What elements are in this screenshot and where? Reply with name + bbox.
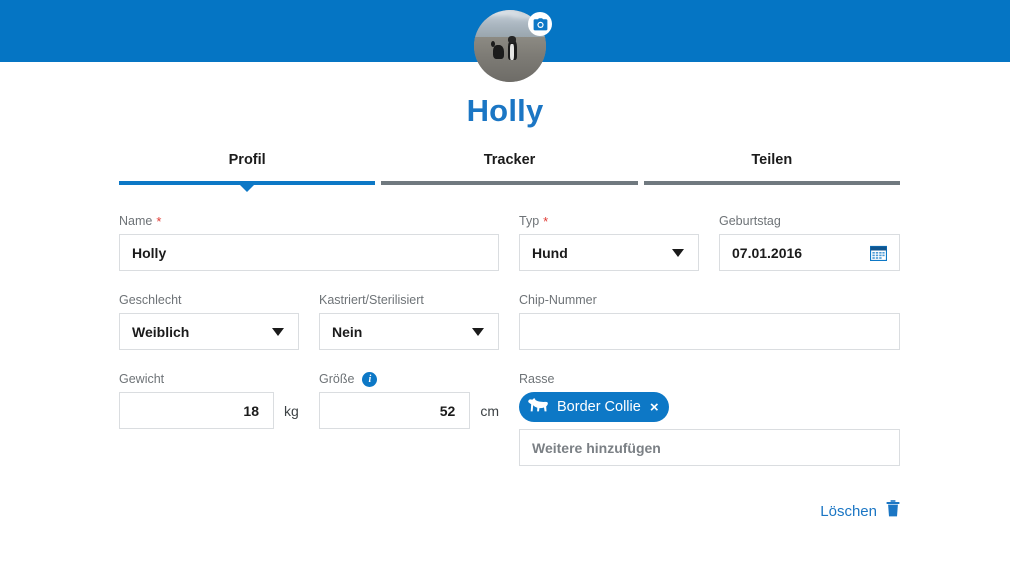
geschlecht-select[interactable]: Weiblich xyxy=(119,313,299,350)
kastriert-label-text: Kastriert/Sterilisiert xyxy=(319,293,424,307)
rasse-label-text: Rasse xyxy=(519,372,555,386)
name-label: Name * xyxy=(119,214,499,229)
rasse-chip-label: Border Collie xyxy=(557,399,641,415)
photo-dog-right-chest xyxy=(510,43,514,60)
typ-select-value: Hund xyxy=(532,244,568,261)
field-name: Name * Holly xyxy=(119,214,499,271)
name-label-text: Name xyxy=(119,214,153,228)
gewicht-label-text: Gewicht xyxy=(119,372,165,386)
field-geburtstag: Geburtstag 07.01.2016 xyxy=(719,214,900,271)
calendar-icon[interactable] xyxy=(870,245,887,261)
tab-teilen-indicator xyxy=(643,181,900,185)
field-typ: Typ * Hund xyxy=(519,214,699,271)
tab-tracker[interactable]: Tracker xyxy=(381,152,638,185)
chip-nummer-label-text: Chip-Nummer xyxy=(519,293,597,307)
chevron-down-icon xyxy=(472,327,484,336)
geschlecht-select-value: Weiblich xyxy=(132,323,190,340)
page-title: Holly xyxy=(466,93,544,128)
delete-action[interactable]: Löschen xyxy=(119,500,900,522)
geschlecht-label: Geschlecht xyxy=(119,293,299,308)
geburtstag-label: Geburtstag xyxy=(719,214,900,229)
chip-nummer-label: Chip-Nummer xyxy=(519,293,900,308)
groesse-value: 52 xyxy=(439,402,456,419)
tab-bar: Profil Tracker Teilen xyxy=(119,152,900,185)
geburtstag-label-text: Geburtstag xyxy=(719,214,781,228)
geburtstag-value: 07.01.2016 xyxy=(732,244,803,261)
gewicht-input-group: 18 kg xyxy=(119,392,299,429)
chevron-down-icon xyxy=(672,248,684,257)
field-geschlecht: Geschlecht Weiblich xyxy=(119,293,299,350)
tab-teilen[interactable]: Teilen xyxy=(643,152,900,185)
rasse-chip-list: Border Collie × xyxy=(519,392,900,429)
tab-tracker-label: Tracker xyxy=(483,152,536,168)
tab-tracker-indicator xyxy=(381,181,638,185)
info-icon[interactable]: i xyxy=(362,372,378,387)
kastriert-select[interactable]: Nein xyxy=(319,313,499,350)
name-input[interactable]: Holly xyxy=(119,234,499,271)
delete-label: Löschen xyxy=(820,502,877,520)
gewicht-label: Gewicht xyxy=(119,372,299,387)
rasse-add-input[interactable]: Weitere hinzufügen xyxy=(519,429,900,466)
geschlecht-label-text: Geschlecht xyxy=(119,293,182,307)
name-input-value: Holly xyxy=(132,244,167,261)
typ-required-asterisk: * xyxy=(543,214,549,229)
groesse-label-text: Größe xyxy=(319,372,355,386)
camera-icon[interactable] xyxy=(528,12,552,36)
field-gewicht: Gewicht 18 kg xyxy=(119,372,299,429)
tab-profil-indicator xyxy=(119,181,376,185)
kastriert-label: Kastriert/Sterilisiert xyxy=(319,293,499,308)
kastriert-select-value: Nein xyxy=(332,323,363,340)
rasse-chip[interactable]: Border Collie × xyxy=(519,392,669,422)
gewicht-input[interactable]: 18 xyxy=(119,392,274,429)
photo-dog-left xyxy=(490,40,504,59)
rasse-add-placeholder: Weitere hinzufügen xyxy=(532,439,661,456)
field-groesse: Größe i 52 cm xyxy=(319,372,499,429)
chevron-down-icon xyxy=(272,327,284,336)
tab-profil-label: Profil xyxy=(228,152,266,168)
gewicht-unit: kg xyxy=(284,402,299,419)
tab-profil[interactable]: Profil xyxy=(119,152,376,185)
name-required-asterisk: * xyxy=(156,214,162,229)
chip-nummer-input[interactable] xyxy=(519,313,900,350)
groesse-input[interactable]: 52 xyxy=(319,392,471,429)
gewicht-value: 18 xyxy=(243,402,259,419)
tab-teilen-label: Teilen xyxy=(751,152,793,168)
typ-select[interactable]: Hund xyxy=(519,234,699,271)
groesse-input-group: 52 cm xyxy=(319,392,499,429)
field-rasse: Rasse Border Collie × Weitere hinzufügen xyxy=(519,372,900,466)
dog-icon xyxy=(527,397,549,417)
rasse-label: Rasse xyxy=(519,372,900,387)
field-chip-nummer: Chip-Nummer xyxy=(519,293,900,350)
close-icon[interactable]: × xyxy=(650,400,659,415)
typ-label-text: Typ xyxy=(519,214,540,228)
field-kastriert: Kastriert/Sterilisiert Nein xyxy=(319,293,499,350)
avatar-container[interactable] xyxy=(474,10,552,82)
groesse-label: Größe i xyxy=(319,372,499,387)
trash-icon[interactable] xyxy=(886,500,900,522)
groesse-unit: cm xyxy=(480,402,499,419)
typ-label: Typ * xyxy=(519,214,699,229)
geburtstag-input[interactable]: 07.01.2016 xyxy=(719,234,900,271)
